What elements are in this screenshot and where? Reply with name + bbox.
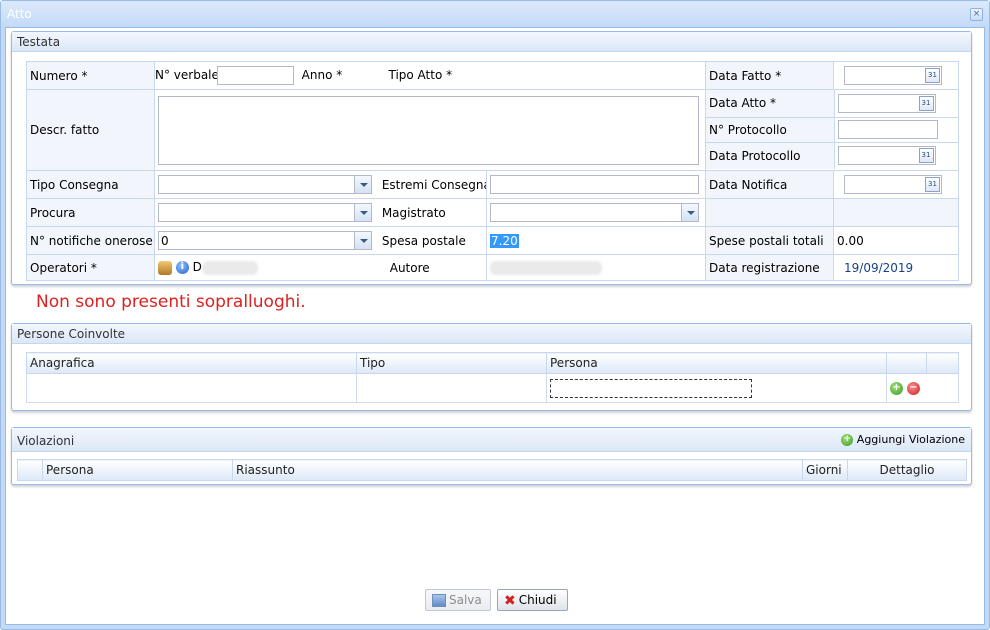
procura-label: Procura	[26, 198, 155, 227]
persone-panel: Persone Coinvolte Anagrafica Tipo Person…	[11, 323, 972, 411]
chevron-down-icon[interactable]	[354, 176, 371, 193]
close-label: Chiudi	[518, 593, 557, 607]
remove-icon[interactable]: −	[906, 382, 920, 395]
notifiche-combo[interactable]: 0	[158, 231, 372, 250]
chevron-down-icon[interactable]	[354, 232, 371, 249]
chevron-down-icon[interactable]	[681, 204, 698, 221]
save-button[interactable]: Salva	[425, 589, 491, 611]
operatori-value: D	[192, 260, 202, 275]
window-title: Atto	[7, 7, 32, 21]
empty-cell	[833, 198, 960, 227]
table-row[interactable]: + −	[26, 373, 959, 403]
operatori-redacted	[201, 260, 258, 275]
notifiche-value: 0	[161, 234, 169, 248]
save-label: Salva	[449, 593, 482, 607]
persona-input[interactable]	[550, 378, 752, 398]
atto-window: Atto × Testata Numero * N° verbale Anno …	[0, 0, 990, 630]
info-icon[interactable]: i	[175, 261, 189, 275]
spese-totali-value: 0.00	[833, 226, 960, 255]
violazioni-title: Violazioni	[17, 434, 75, 448]
column-header-dettaglio[interactable]: Dettaglio	[847, 459, 967, 481]
protocollo-label: N° Protocollo	[706, 116, 835, 143]
numero-label: Numero *	[26, 61, 155, 90]
window-body: Testata Numero * N° verbale Anno * Tipo …	[5, 27, 985, 625]
persona-cell[interactable]	[546, 373, 887, 403]
verbale-label: N° verbale	[155, 68, 219, 82]
tipo-atto-label: Tipo Atto *	[388, 68, 453, 82]
tipo-consegna-label: Tipo Consegna	[26, 170, 155, 199]
tipo-cell[interactable]	[356, 373, 547, 403]
calendar-icon[interactable]: 31	[925, 177, 941, 192]
data-fatto-label: Data Fatto *	[705, 61, 835, 90]
data-protocollo-label: Data Protocollo	[706, 141, 835, 169]
atto-subtable: Data Atto * 31 N° Protocollo Data Protoc…	[706, 90, 958, 169]
calendar-icon[interactable]: 31	[918, 148, 934, 164]
data-atto-label: Data Atto *	[706, 90, 835, 118]
protocollo-input[interactable]	[837, 120, 938, 139]
window-title-bar[interactable]: Atto	[1, 1, 989, 27]
data-notifica-field[interactable]: 31	[844, 175, 943, 194]
chevron-down-icon[interactable]	[354, 204, 371, 221]
column-header-persona[interactable]: Persona	[546, 352, 887, 374]
testata-form: Numero * N° verbale Anno * Tipo Atto * D…	[26, 61, 960, 281]
data-reg-label: Data registrazione	[705, 254, 835, 281]
spesa-label: Spesa postale	[381, 233, 466, 248]
violazioni-header: Violazioni	[12, 428, 971, 452]
procura-combo[interactable]	[158, 203, 372, 222]
calendar-icon[interactable]: 31	[918, 95, 934, 111]
descr-label: Descr. fatto	[26, 89, 155, 171]
descr-textarea[interactable]	[158, 96, 699, 165]
data-reg-value: 19/09/2019	[833, 254, 960, 281]
data-fatto-field[interactable]: 31	[844, 66, 943, 85]
data-protocollo-field[interactable]: 31	[837, 146, 936, 166]
violazioni-grid: Persona Riassunto Giorni Dettaglio	[17, 459, 967, 481]
add-violazione-label: Aggiungi Violazione	[856, 433, 965, 446]
magistrato-combo[interactable]	[490, 203, 699, 222]
testata-panel: Testata Numero * N° verbale Anno * Tipo …	[11, 31, 972, 285]
data-atto-field[interactable]: 31	[837, 93, 936, 113]
autore-label: Autore	[389, 260, 430, 275]
anagrafica-cell[interactable]	[26, 373, 357, 403]
save-icon	[432, 594, 446, 607]
violazioni-panel: Violazioni + Aggiungi Violazione Persona…	[11, 427, 972, 485]
testata-title: Testata	[12, 32, 971, 52]
estremi-label: Estremi Consegna	[381, 177, 487, 192]
anno-label: Anno *	[301, 68, 343, 82]
empty-cell	[705, 198, 835, 227]
column-header-tipo[interactable]: Tipo	[356, 352, 547, 374]
column-header-riassunto[interactable]: Riassunto	[232, 459, 803, 481]
spesa-input[interactable]: 7.20	[490, 233, 519, 248]
column-header-empty	[926, 352, 959, 374]
column-header-anagrafica[interactable]: Anagrafica	[26, 352, 357, 374]
add-violazione-button[interactable]: + Aggiungi Violazione	[841, 433, 965, 446]
column-header-giorni[interactable]: Giorni	[802, 459, 848, 481]
add-icon: +	[841, 434, 854, 446]
user-icon[interactable]	[158, 260, 172, 275]
persone-title: Persone Coinvolte	[12, 324, 971, 344]
persone-grid: Anagrafica Tipo Persona + −	[26, 352, 959, 403]
tipo-consegna-combo[interactable]	[158, 175, 372, 194]
calendar-icon[interactable]: 31	[925, 68, 941, 83]
estremi-input[interactable]	[490, 175, 699, 194]
verbale-input[interactable]	[216, 66, 294, 85]
autore-redacted	[490, 260, 602, 275]
operatori-label: Operatori *	[26, 254, 155, 281]
column-header-select[interactable]	[17, 459, 43, 481]
spese-totali-label: Spese postali totali	[705, 226, 835, 255]
column-header-actions	[886, 352, 927, 374]
close-button[interactable]: ✖ Chiudi	[497, 589, 568, 611]
close-x-icon: ✖	[504, 592, 516, 609]
data-notifica-label: Data Notifica	[705, 170, 835, 199]
add-icon[interactable]: +	[890, 382, 903, 395]
empty-cell	[926, 373, 959, 403]
notifiche-label: N° notifiche onerose	[26, 226, 155, 255]
warning-message: Non sono presenti sopralluoghi.	[36, 292, 306, 312]
magistrato-label: Magistrato	[381, 205, 446, 220]
column-header-persona[interactable]: Persona	[42, 459, 233, 481]
close-icon[interactable]: ×	[970, 8, 983, 21]
